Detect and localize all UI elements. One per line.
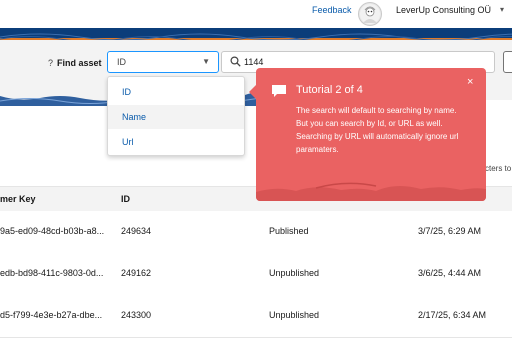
find-asset-label: Find asset bbox=[57, 58, 102, 68]
chat-bubble-icon bbox=[272, 85, 286, 97]
cell-key: edb-bd98-411c-9803-0d... bbox=[0, 268, 104, 278]
option-name[interactable]: Name bbox=[108, 105, 244, 129]
hint-text: cters to bbox=[485, 164, 512, 173]
cell-status: Published bbox=[269, 226, 309, 236]
top-bar: Feedback LeverUp Consulting OÜ ▾ bbox=[0, 0, 512, 28]
cell-id: 249162 bbox=[121, 268, 152, 278]
cell-date: 3/6/25, 4:44 AM bbox=[418, 268, 482, 278]
cell-date: 2/17/25, 6:34 AM bbox=[418, 310, 487, 320]
cell-key: d5-f799-4e3e-b27a-dbe... bbox=[0, 310, 103, 320]
option-id[interactable]: ID bbox=[108, 80, 244, 104]
table-row[interactable]: 9a5-ed09-48cd-b03b-a8... 249634 Publishe… bbox=[0, 211, 512, 254]
cell-id: 243300 bbox=[121, 310, 152, 320]
filter-button[interactable] bbox=[503, 51, 512, 73]
help-icon[interactable]: ? bbox=[48, 58, 53, 68]
chevron-down-icon[interactable]: ▾ bbox=[500, 5, 504, 14]
brand-band bbox=[0, 28, 512, 42]
column-header-id[interactable]: ID bbox=[121, 194, 130, 204]
org-name[interactable]: LeverUp Consulting OÜ bbox=[396, 5, 491, 15]
column-header-key[interactable]: mer Key bbox=[0, 194, 36, 204]
cell-id: 249634 bbox=[121, 226, 152, 236]
option-url[interactable]: Url bbox=[108, 130, 244, 154]
search-type-value: ID bbox=[117, 57, 126, 67]
tutorial-title: Tutorial 2 of 4 bbox=[296, 84, 363, 96]
cell-key: 9a5-ed09-48cd-b03b-a8... bbox=[0, 226, 105, 236]
feedback-link[interactable]: Feedback bbox=[312, 5, 352, 15]
tutorial-popover: Tutorial 2 of 4 × The search will defaul… bbox=[256, 68, 486, 201]
search-type-select[interactable]: ID ▼ bbox=[107, 51, 219, 73]
close-icon[interactable]: × bbox=[467, 76, 473, 88]
cell-date: 3/7/25, 6:29 AM bbox=[418, 226, 482, 236]
decorative-clouds-icon bbox=[256, 182, 486, 201]
cell-status: Unpublished bbox=[269, 268, 320, 278]
cell-status: Unpublished bbox=[269, 310, 320, 320]
astro-avatar-icon bbox=[360, 4, 380, 24]
chevron-down-icon: ▼ bbox=[202, 57, 210, 66]
search-icon bbox=[230, 56, 241, 67]
table-row[interactable]: d5-f799-4e3e-b27a-dbe... 243300 Unpublis… bbox=[0, 295, 512, 338]
avatar[interactable] bbox=[358, 2, 382, 26]
tutorial-text: The search will default to searching by … bbox=[296, 106, 459, 154]
search-type-dropdown: ID Name Url bbox=[107, 76, 245, 156]
table-row[interactable]: edb-bd98-411c-9803-0d... 249162 Unpublis… bbox=[0, 253, 512, 296]
search-query: 1144 bbox=[244, 57, 264, 67]
